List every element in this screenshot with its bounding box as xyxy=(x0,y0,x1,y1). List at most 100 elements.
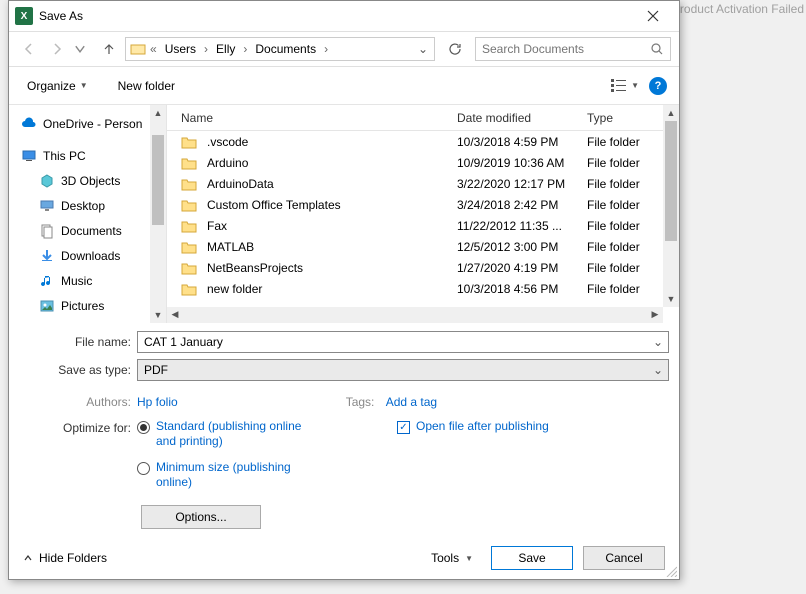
search-box[interactable] xyxy=(475,37,671,61)
form-area: File name: ⌄ Save as type: PDF ⌄ xyxy=(9,323,679,391)
file-row[interactable]: ArduinoData3/22/2020 12:17 PMFile folder xyxy=(167,173,679,194)
file-row[interactable]: .vscode10/3/2018 4:59 PMFile folder xyxy=(167,131,679,152)
sidebar-item[interactable]: Downloads xyxy=(13,245,166,267)
tree-icon xyxy=(21,116,37,132)
scroll-right-icon[interactable]: ▶ xyxy=(647,307,663,323)
savetype-dropdown[interactable]: ⌄ xyxy=(650,362,666,378)
refresh-button[interactable] xyxy=(443,37,467,61)
folder-icon xyxy=(130,41,146,57)
sidebar-item[interactable]: This PC xyxy=(13,145,166,167)
sidebar-item[interactable]: Documents xyxy=(13,220,166,242)
search-input[interactable] xyxy=(482,42,650,56)
scroll-down-icon[interactable]: ▼ xyxy=(150,307,166,323)
file-scrollbar-vertical[interactable]: ▲ ▼ xyxy=(663,105,679,307)
titlebar: X Save As xyxy=(9,1,679,31)
radio-minimum-label: Minimum size (publishing online) xyxy=(156,460,307,491)
close-button[interactable] xyxy=(633,2,673,30)
folder-icon xyxy=(181,261,197,275)
open-after-label: Open file after publishing xyxy=(416,419,549,435)
sidebar-item-label: This PC xyxy=(43,149,86,163)
forward-button[interactable] xyxy=(45,37,69,61)
scroll-left-icon[interactable]: ◀ xyxy=(167,307,183,323)
scroll-up-icon[interactable]: ▲ xyxy=(150,105,166,121)
file-list: .vscode10/3/2018 4:59 PMFile folderArdui… xyxy=(167,131,679,323)
file-row[interactable]: MATLAB12/5/2012 3:00 PMFile folder xyxy=(167,236,679,257)
scroll-thumb[interactable] xyxy=(665,121,677,241)
toolbar: Organize ▼ New folder ▼ ? xyxy=(9,67,679,105)
options-button[interactable]: Options... xyxy=(141,505,261,529)
back-button[interactable] xyxy=(17,37,41,61)
sidebar-item[interactable]: Music xyxy=(13,270,166,292)
file-date: 11/22/2012 11:35 ... xyxy=(457,219,587,233)
sidebar-item[interactable]: OneDrive - Person xyxy=(13,113,166,135)
tree-icon xyxy=(39,298,55,314)
resize-grip[interactable] xyxy=(665,565,677,577)
breadcrumb-dropdown[interactable]: ⌄ xyxy=(416,42,430,56)
file-date: 10/9/2019 10:36 AM xyxy=(457,156,587,170)
hide-folders-button[interactable]: Hide Folders xyxy=(23,551,107,565)
sidebar-item[interactable]: 3D Objects xyxy=(13,170,166,192)
breadcrumb-prefix: « xyxy=(148,42,159,56)
sidebar-item[interactable]: Desktop xyxy=(13,195,166,217)
sidebar-scrollbar[interactable]: ▲ ▼ xyxy=(150,105,166,323)
save-button[interactable]: Save xyxy=(491,546,573,570)
authors-label: Authors: xyxy=(19,395,137,409)
folder-icon xyxy=(181,177,197,191)
up-button[interactable] xyxy=(97,37,121,61)
breadcrumb-item[interactable]: Documents xyxy=(251,40,320,58)
close-icon xyxy=(647,10,659,22)
cancel-button[interactable]: Cancel xyxy=(583,546,665,570)
radio-standard[interactable]: Standard (publishing online and printing… xyxy=(137,419,307,450)
breadcrumb[interactable]: « Users › Elly › Documents › ⌄ xyxy=(125,37,435,61)
sidebar-item[interactable]: Videos xyxy=(13,320,166,323)
new-folder-button[interactable]: New folder xyxy=(112,75,181,97)
recent-dropdown[interactable] xyxy=(73,37,87,61)
folder-icon xyxy=(181,156,197,170)
excel-icon: X xyxy=(15,7,33,25)
file-name: Custom Office Templates xyxy=(207,198,457,212)
file-name: MATLAB xyxy=(207,240,457,254)
file-name: Fax xyxy=(207,219,457,233)
column-date[interactable]: Date modified xyxy=(457,111,587,125)
savetype-field[interactable]: PDF ⌄ xyxy=(137,359,669,381)
scroll-down-icon[interactable]: ▼ xyxy=(663,291,679,307)
tools-button[interactable]: Tools ▼ xyxy=(423,547,481,569)
help-button[interactable]: ? xyxy=(649,77,667,95)
file-row[interactable]: Custom Office Templates3/24/2018 2:42 PM… xyxy=(167,194,679,215)
filename-label: File name: xyxy=(19,335,137,349)
authors-value[interactable]: Hp folio xyxy=(137,395,178,409)
breadcrumb-item[interactable]: Elly xyxy=(212,40,239,58)
scroll-up-icon[interactable]: ▲ xyxy=(663,105,679,121)
file-row[interactable]: NetBeansProjects1/27/2020 4:19 PMFile fo… xyxy=(167,257,679,278)
tags-value[interactable]: Add a tag xyxy=(386,395,437,409)
tags-label: Tags: xyxy=(346,395,386,409)
view-button[interactable]: ▼ xyxy=(611,79,639,93)
folder-icon xyxy=(181,240,197,254)
sidebar-item[interactable]: Pictures xyxy=(13,295,166,317)
scroll-thumb[interactable] xyxy=(152,135,164,225)
file-name: .vscode xyxy=(207,135,457,149)
file-name: ArduinoData xyxy=(207,177,457,191)
column-name[interactable]: Name xyxy=(181,111,457,125)
radio-minimum[interactable]: Minimum size (publishing online) xyxy=(137,460,307,491)
file-row[interactable]: new folder10/3/2018 4:56 PMFile folder xyxy=(167,278,679,299)
hide-folders-label: Hide Folders xyxy=(39,551,107,565)
organize-button[interactable]: Organize ▼ xyxy=(21,75,94,97)
file-row[interactable]: Arduino10/9/2019 10:36 AMFile folder xyxy=(167,152,679,173)
file-date: 1/27/2020 4:19 PM xyxy=(457,261,587,275)
file-row[interactable]: Fax11/22/2012 11:35 ...File folder xyxy=(167,215,679,236)
filename-input[interactable] xyxy=(144,335,662,349)
tree-icon xyxy=(39,198,55,214)
filename-dropdown[interactable]: ⌄ xyxy=(650,334,666,350)
sidebar-item-label: Pictures xyxy=(61,299,104,313)
main-area: OneDrive - Person This PC 3D Objects Deskto… xyxy=(9,105,679,323)
tree-icon xyxy=(21,148,37,164)
open-after-checkbox[interactable]: ✓ Open file after publishing xyxy=(397,419,549,435)
filename-field[interactable]: ⌄ xyxy=(137,331,669,353)
radio-icon xyxy=(137,421,150,434)
save-as-dialog: X Save As « Users › Elly › Documents › ⌄ xyxy=(8,0,680,580)
breadcrumb-item[interactable]: Users xyxy=(161,40,200,58)
sidebar-item-label: Documents xyxy=(61,224,122,238)
file-scrollbar-horizontal[interactable]: ◀ ▶ xyxy=(167,307,663,323)
savetype-value: PDF xyxy=(144,363,168,377)
